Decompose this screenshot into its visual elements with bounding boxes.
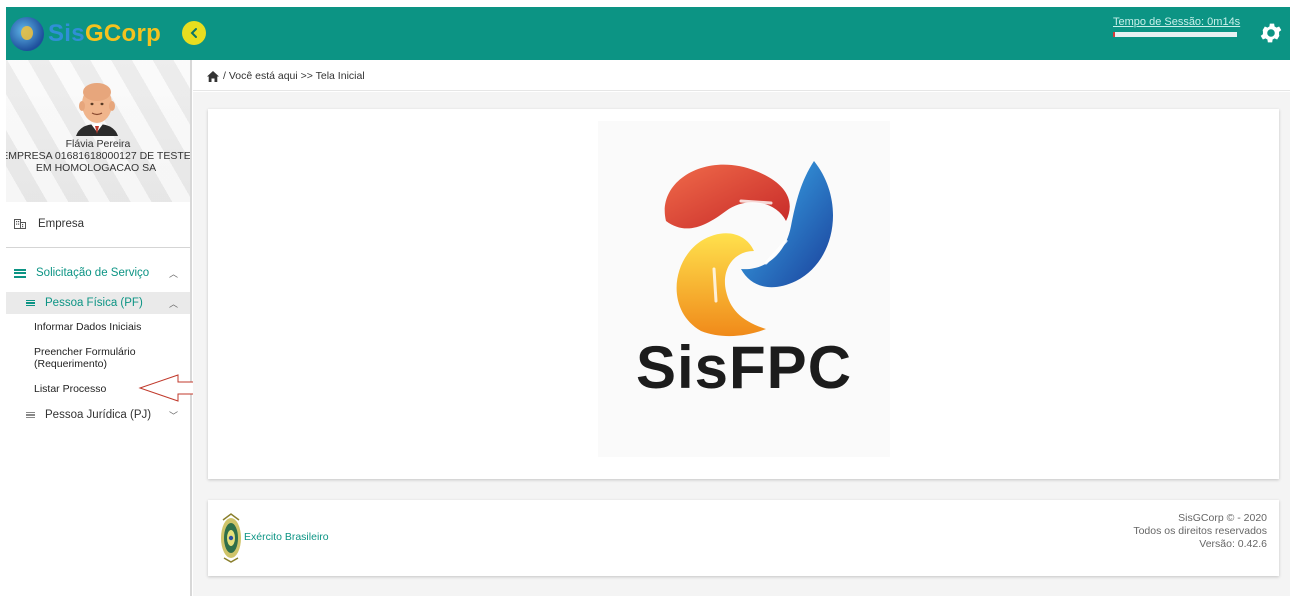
sidebar-item-pessoa-fisica[interactable]: Pessoa Física (PF) ︿ — [6, 292, 190, 314]
gear-icon[interactable] — [1258, 20, 1284, 46]
sisfpc-logo: SisFPC — [598, 121, 890, 457]
session-progress-bar — [1113, 32, 1237, 37]
sidebar-collapse-button[interactable] — [182, 21, 206, 45]
sidebar-item-empresa-label: Empresa — [38, 218, 85, 230]
session-timer: Tempo de Sessão: 0m14s — [1113, 16, 1243, 37]
chevron-up-icon: ︿ — [168, 268, 178, 279]
profile-company: EMPRESA 01681618000127 DE TESTE EM HOMOL… — [6, 150, 190, 174]
app-logo-text: SisGCorp — [48, 20, 161, 48]
sidebar-item-solicitacao[interactable]: Solicitação de Serviço ︿ — [6, 262, 190, 284]
footer-link-exercito[interactable]: Exército Brasileiro — [244, 531, 329, 543]
chevron-left-icon — [190, 28, 197, 38]
footer: Exército Brasileiro SisGCorp © - 2020 To… — [208, 500, 1279, 576]
menu-lines-icon — [14, 268, 26, 278]
footer-info: SisGCorp © - 2020 Todos os direitos rese… — [1133, 512, 1267, 551]
footer-version: Versão: 0.42.6 — [1199, 538, 1267, 550]
breadcrumb: / Você está aqui >> Tela Inicial — [193, 62, 1290, 91]
sidebar-item-pessoa-juridica[interactable]: Pessoa Jurídica (PJ) ﹀ — [6, 404, 190, 426]
footer-copyright: SisGCorp © - 2020 — [1178, 512, 1267, 524]
building-icon — [14, 219, 26, 229]
home-card: SisFPC — [208, 109, 1279, 479]
profile-panel: Flávia Pereira EMPRESA 01681618000127 DE… — [6, 60, 190, 202]
breadcrumb-text: / Você está aqui >> Tela Inicial — [223, 70, 365, 82]
sidebar-item-solicitacao-label: Solicitação de Serviço — [36, 267, 150, 279]
sidebar-subitem-informar-dados[interactable]: Informar Dados Iniciais — [34, 321, 141, 333]
sidebar-item-pessoa-fisica-label: Pessoa Física (PF) — [45, 297, 143, 309]
sidebar-divider — [6, 247, 190, 248]
app-logo[interactable]: SisGCorp — [10, 16, 161, 52]
footer-rights: Todos os direitos reservados — [1133, 525, 1267, 537]
army-emblem-icon — [221, 513, 241, 563]
session-label: Tempo de Sessão: 0m14s — [1113, 16, 1241, 28]
logo-text-gcorp: GCorp — [84, 20, 162, 47]
sidebar-subitem-listar-processo[interactable]: Listar Processo — [34, 383, 106, 395]
sidebar-item-empresa[interactable]: Empresa — [6, 210, 190, 238]
avatar — [76, 83, 118, 136]
sidebar-item-pessoa-juridica-label: Pessoa Jurídica (PJ) — [45, 409, 152, 421]
menu-lines-icon — [26, 299, 35, 307]
chevron-down-icon: ﹀ — [168, 410, 178, 421]
session-progress-fill — [1113, 32, 1116, 37]
logo-text-sis: Sis — [48, 20, 85, 47]
sidebar: Flávia Pereira EMPRESA 01681618000127 DE… — [6, 60, 192, 596]
top-bar: SisGCorp Tempo de Sessão: 0m14s — [6, 7, 1290, 60]
profile-name: Flávia Pereira — [65, 138, 131, 150]
globe-logo-icon — [10, 17, 44, 51]
main-content: SisFPC Exército Brasileiro SisGCorp © - … — [193, 92, 1290, 596]
chevron-up-icon: ︿ — [168, 298, 178, 309]
home-icon[interactable] — [207, 70, 219, 82]
sidebar-subitem-preencher-formulario[interactable]: Preencher Formulário (Requerimento) — [34, 346, 164, 370]
menu-lines-icon — [26, 411, 35, 419]
sisfpc-logo-text: SisFPC — [635, 334, 853, 401]
sisfpc-swirl-icon — [664, 161, 834, 337]
